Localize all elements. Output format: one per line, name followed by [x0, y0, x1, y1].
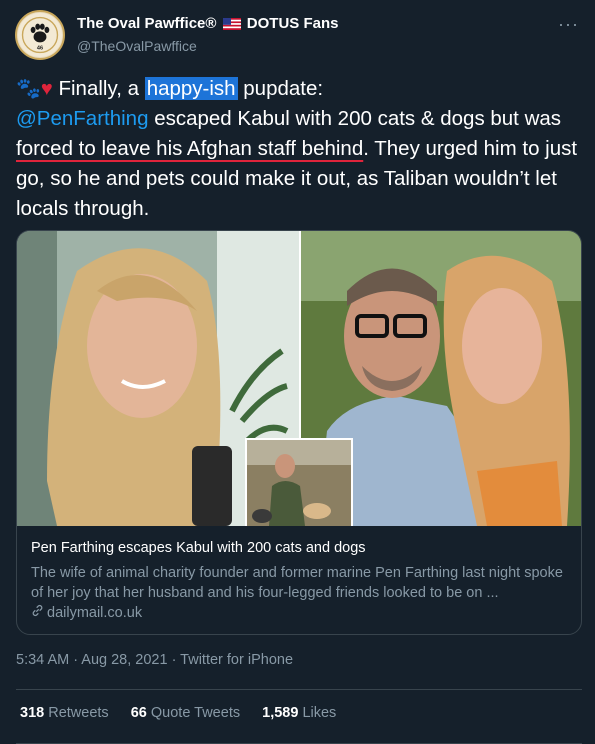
card-title[interactable]: Pen Farthing escapes Kabul with 200 cats… — [31, 540, 366, 556]
inset-photo — [245, 438, 353, 526]
retweets-label: Retweets — [48, 705, 109, 721]
avatar-number: 46 — [37, 46, 43, 52]
tweet-header: 46 The Oval Pawffice® DOTUS Fans @TheOva… — [15, 10, 583, 64]
likes-count: 1,589 — [262, 705, 299, 721]
tweet-text-part-3: escaped Kabul with 200 cats & dogs but w… — [148, 107, 562, 130]
tweet-text-part-2: pupdate: — [237, 77, 324, 100]
highlighted-text: happy-ish — [144, 77, 238, 100]
heart-icon: ♥ — [40, 78, 53, 100]
display-name[interactable]: The Oval Pawffice® DOTUS Fans — [77, 15, 338, 34]
card-domain[interactable]: dailymail.co.uk — [31, 604, 142, 621]
card-domain-text: dailymail.co.uk — [47, 605, 143, 621]
tweet-text: 🐾♥ Finally, a happy-ish pupdate: @PenFart… — [16, 74, 584, 224]
tweet-text-part-1: Finally, a — [52, 77, 145, 100]
paw-prints-icon: 🐾 — [16, 78, 41, 100]
us-flag-icon — [222, 17, 241, 34]
quote-tweets-label: Quote Tweets — [150, 705, 241, 721]
quote-tweets-count: 66 — [130, 705, 147, 721]
avatar[interactable]: 46 — [15, 10, 65, 60]
mention-link[interactable]: @PenFarthing — [16, 107, 149, 130]
tweet-stats: 318 Retweets 66 Quote Tweets 1,589 Likes — [20, 705, 354, 721]
divider — [16, 689, 582, 690]
likes-label: Likes — [302, 705, 337, 721]
card-description: The wife of animal charity founder and f… — [31, 565, 563, 601]
more-options-icon[interactable]: ··· — [558, 14, 579, 35]
display-name-prefix: The Oval Pawffice® — [77, 15, 217, 32]
display-name-suffix: DOTUS Fans — [246, 15, 339, 32]
quote-tweets-stat[interactable]: 66 Quote Tweets — [131, 705, 240, 721]
underlined-text: forced to leave his Afghan staff behind — [16, 137, 364, 160]
retweets-stat[interactable]: 318 Retweets — [20, 705, 109, 721]
tweet-timestamp[interactable]: 5:34 AM · Aug 28, 2021 · Twitter for iPh… — [16, 652, 293, 668]
retweets-count: 318 — [20, 705, 45, 721]
user-handle[interactable]: @TheOvalPawffice — [77, 38, 197, 54]
card-image[interactable] — [17, 231, 581, 526]
link-preview-card[interactable]: Pen Farthing escapes Kabul with 200 cats… — [16, 230, 582, 635]
paw-seal-icon: 46 — [17, 12, 63, 58]
link-icon — [31, 604, 44, 621]
likes-stat[interactable]: 1,589 Likes — [262, 705, 336, 721]
